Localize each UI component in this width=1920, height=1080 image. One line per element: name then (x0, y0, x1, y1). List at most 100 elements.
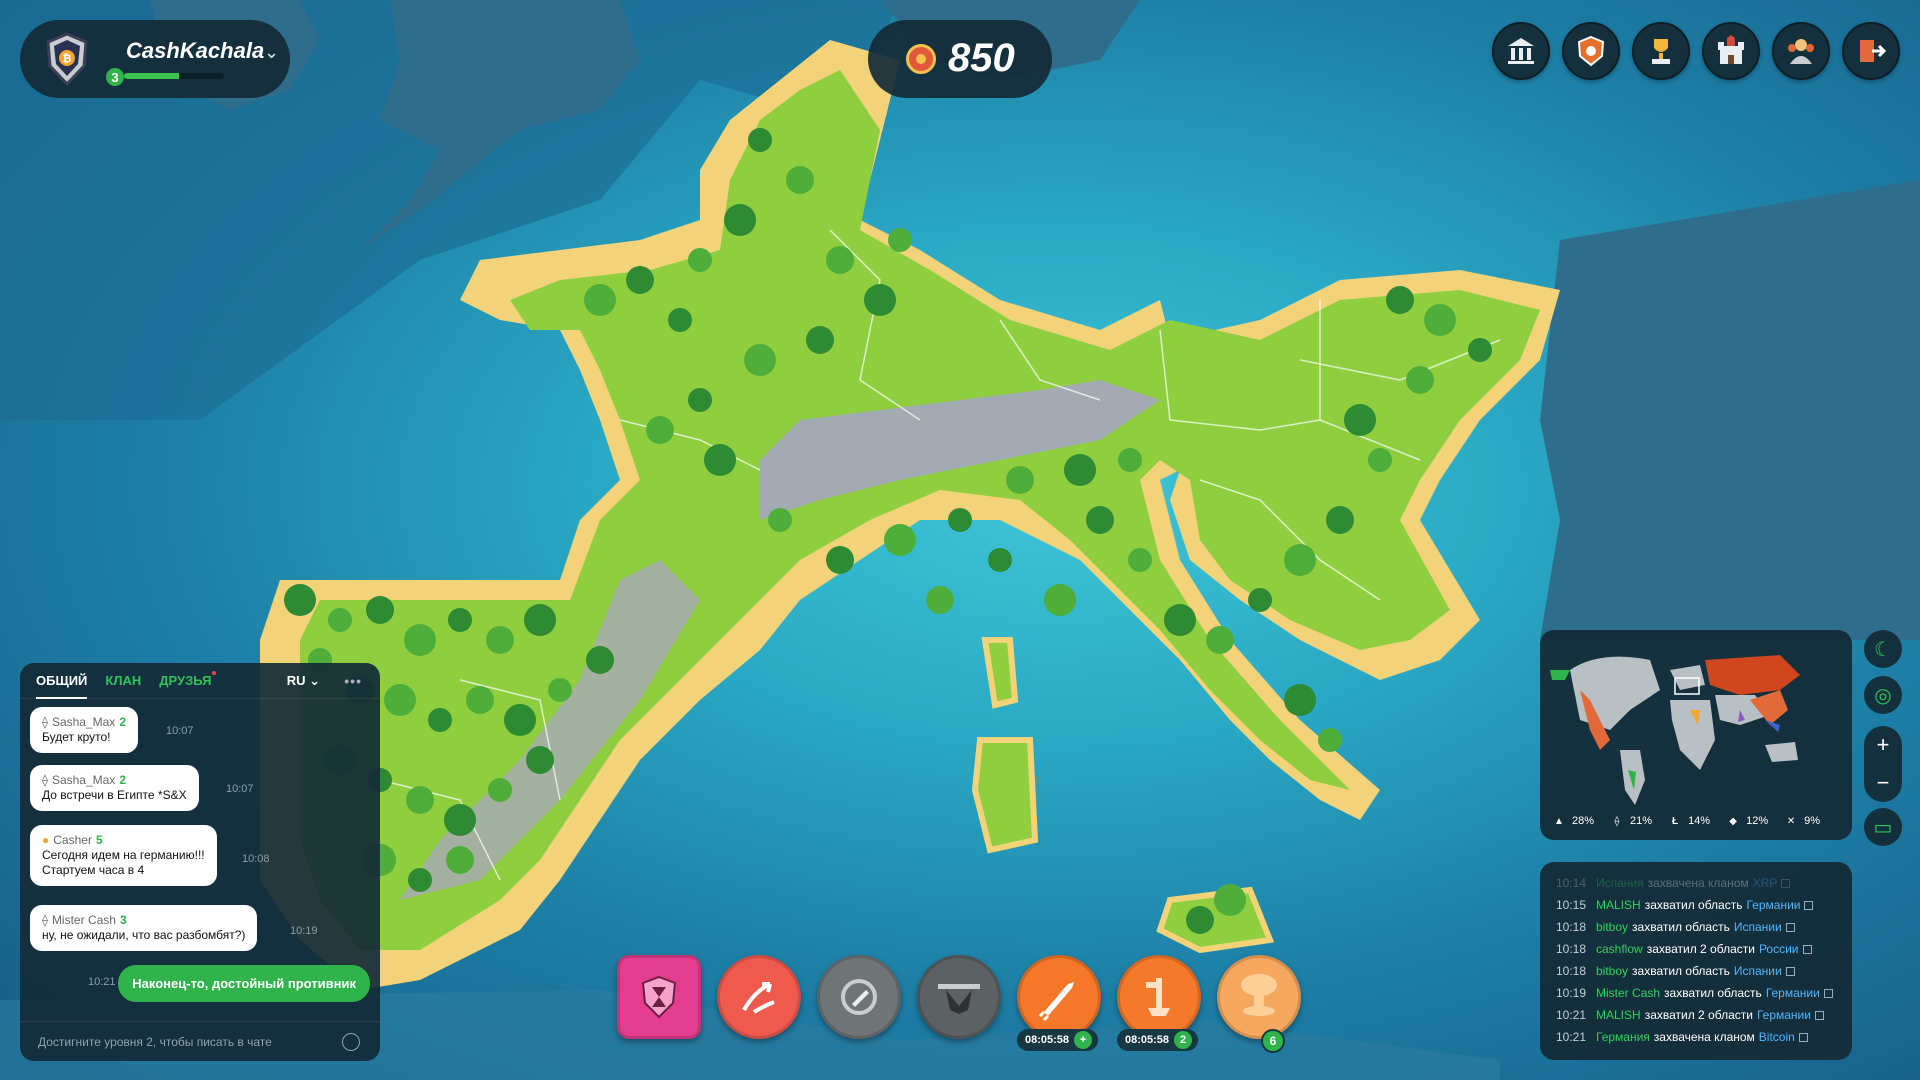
event-target[interactable]: XRP (1753, 876, 1778, 890)
event-time: 10:15 (1556, 898, 1587, 912)
event-target[interactable]: Германии (1746, 898, 1800, 912)
missile-action-button[interactable] (1017, 955, 1101, 1039)
event-action: захвачена кланом (1647, 876, 1749, 890)
chevron-down-icon[interactable]: ⌄ (264, 42, 279, 63)
chat-input[interactable]: Достигните уровня 2, чтобы писать в чате (20, 1021, 380, 1061)
defense-action-button[interactable] (617, 955, 701, 1039)
event-actor[interactable]: bitboy (1596, 964, 1628, 978)
zoom-out-button[interactable]: − (1864, 764, 1902, 802)
event-actor[interactable]: Mister Cash (1596, 986, 1660, 1000)
message-time: 10:08 (242, 853, 270, 865)
event-actor[interactable]: Испания (1596, 876, 1644, 890)
tree (1164, 604, 1196, 636)
chat-message: ● Casher 5 Сегодня идем на германию!!! Ста… (30, 825, 217, 886)
tree (328, 608, 352, 632)
more-options-icon[interactable]: ••• (344, 673, 362, 689)
event-target[interactable]: Испании (1734, 964, 1782, 978)
xp-progress-fill (124, 73, 179, 79)
event-time: 10:18 (1556, 964, 1587, 978)
event-actor[interactable]: Германия (1596, 1030, 1650, 1044)
tree (826, 246, 854, 274)
tree (366, 596, 394, 624)
event-row: 10:14 Испания захвачена кланом XRP (1556, 872, 1836, 894)
radar-icon[interactable]: ◎ (1864, 676, 1902, 714)
split-arrow-icon (742, 982, 775, 1014)
event-action: захвачена кланом (1653, 1030, 1755, 1044)
trophy-icon[interactable] (1632, 22, 1690, 80)
external-link-icon[interactable] (1814, 1010, 1824, 1020)
event-action: захватил область (1664, 986, 1762, 1000)
tree (744, 344, 776, 376)
stat-value: 28% (1572, 815, 1595, 827)
night-mode-icon[interactable]: ☾ (1864, 630, 1902, 668)
event-action: захватил область (1632, 920, 1730, 934)
event-target[interactable]: Испании (1734, 920, 1782, 934)
message-author[interactable]: Casher (53, 833, 92, 848)
tab-general[interactable]: ОБЩИЙ (36, 673, 88, 699)
drone-action-button[interactable] (917, 955, 1001, 1039)
message-text: До встречи в Египте *S&X (42, 788, 187, 802)
wallet-icon[interactable]: ▭ (1864, 808, 1902, 846)
split-attack-button[interactable] (717, 955, 801, 1039)
external-link-icon[interactable] (1798, 1032, 1808, 1042)
tree (988, 548, 1012, 572)
warriors-icon[interactable] (1772, 22, 1830, 80)
event-target[interactable]: Германии (1757, 1008, 1811, 1022)
tab-clan[interactable]: КЛАН (105, 673, 141, 688)
zoom-in-button[interactable]: + (1864, 726, 1902, 764)
language-select[interactable]: RU ⌄ (287, 673, 320, 689)
external-link-icon[interactable] (1781, 878, 1791, 888)
tab-friends[interactable]: ДРУЗЬЯ (159, 671, 217, 688)
tree (1468, 338, 1492, 362)
top-menu (1492, 22, 1900, 80)
nuke-count-badge: 6 (1261, 1029, 1285, 1053)
emoji-icon[interactable] (342, 1032, 360, 1051)
event-actor[interactable]: cashflow (1596, 942, 1643, 956)
event-time: 10:14 (1556, 876, 1587, 890)
event-actor[interactable]: MALISH (1596, 898, 1641, 912)
external-link-icon[interactable] (1785, 922, 1795, 932)
clan-shield-icon[interactable] (1562, 22, 1620, 80)
world-minimap[interactable]: ▲ 28% ⟠ 21% Ł 14% ◆ 12% ✕ 9% (1540, 630, 1852, 840)
coin-balance: 850 (868, 20, 1052, 98)
message-author[interactable]: Mister Cash (52, 913, 116, 928)
tree (548, 678, 572, 702)
notification-dot (212, 671, 217, 675)
edit-action-button[interactable] (817, 955, 901, 1039)
player-level-badge: 3 (104, 66, 126, 88)
tree (1368, 448, 1392, 472)
nuke-action-button[interactable] (1217, 955, 1301, 1039)
external-link-icon[interactable] (1785, 966, 1795, 976)
castle-icon[interactable] (1702, 22, 1760, 80)
rocket-launch-icon (1146, 978, 1170, 1016)
external-link-icon[interactable] (1823, 988, 1833, 998)
logout-icon[interactable] (1842, 22, 1900, 80)
bank-icon[interactable] (1492, 22, 1550, 80)
tree (1326, 506, 1354, 534)
event-target[interactable]: России (1759, 942, 1799, 956)
pencil-icon (841, 979, 877, 1015)
message-author[interactable]: Sasha_Max (52, 715, 115, 730)
tron-icon: ▲ (1554, 815, 1564, 827)
corsica-island (981, 637, 1019, 709)
event-log: 10:14 Испания захвачена кланом XRP 10:15 MALI… (1540, 862, 1852, 1060)
stat-value: 21% (1630, 815, 1653, 827)
tree (384, 684, 416, 716)
event-actor[interactable]: bitboy (1596, 920, 1628, 934)
external-link-icon[interactable] (1804, 900, 1814, 910)
tree (444, 804, 476, 836)
ethereum-stat: ⟠ 21% (1608, 812, 1653, 830)
event-row: 10:15 MALISH захватил область Германии (1556, 894, 1836, 916)
event-target[interactable]: Bitcoin (1759, 1030, 1795, 1044)
tree (1284, 544, 1316, 576)
add-badge[interactable]: + (1074, 1031, 1093, 1049)
tree (1318, 728, 1342, 752)
external-link-icon[interactable] (1802, 944, 1812, 954)
message-author[interactable]: Sasha_Max (52, 773, 115, 788)
player-profile[interactable]: ₿ CashKachala ⌄ 3 (20, 20, 290, 98)
action-bar: 08:05:58 + 08:05:58 2 6 (617, 955, 1317, 1055)
tree (488, 778, 512, 802)
event-actor[interactable]: MALISH (1596, 1008, 1641, 1022)
event-target[interactable]: Германии (1766, 986, 1820, 1000)
rocket-launch-button[interactable] (1117, 955, 1201, 1039)
